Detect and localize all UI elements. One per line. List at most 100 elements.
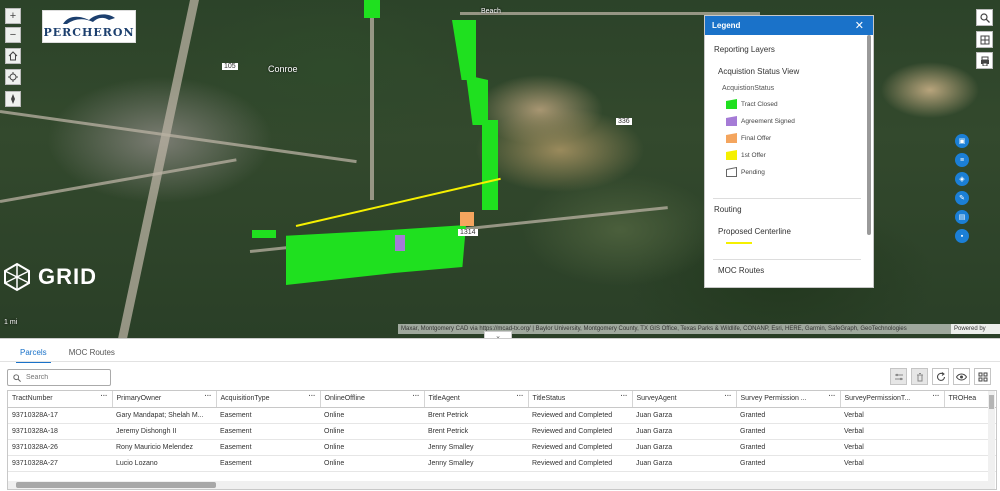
list-icon: ≡ bbox=[959, 156, 965, 164]
parcel-tract-closed[interactable] bbox=[364, 0, 380, 18]
column-header[interactable]: TitleAgent ··· bbox=[424, 391, 529, 408]
trash-icon bbox=[916, 372, 923, 381]
show-hide-columns-button[interactable] bbox=[953, 368, 970, 385]
parcel-tract-closed[interactable] bbox=[252, 230, 276, 238]
column-menu-icon[interactable]: ··· bbox=[621, 393, 628, 400]
table-cell: Easement bbox=[216, 423, 320, 440]
table-cell: Juan Garza bbox=[632, 439, 736, 456]
table-cell: Reviewed and Completed bbox=[528, 439, 632, 456]
table-cell: Online bbox=[320, 407, 424, 424]
table-cell: Granted bbox=[736, 455, 840, 472]
table-cell: Verbal bbox=[840, 423, 944, 440]
side-tool-6[interactable]: ▪ bbox=[955, 229, 969, 243]
table-horizontal-scrollbar[interactable] bbox=[8, 481, 990, 489]
parcel-agreement-signed[interactable] bbox=[395, 235, 405, 251]
column-menu-icon[interactable]: ··· bbox=[517, 393, 524, 400]
table-row[interactable]: 93710328A-26 Rony Mauricio Melendez Easeme… bbox=[8, 439, 996, 456]
table-cell: Juan Garza bbox=[632, 455, 736, 472]
tab-divider bbox=[0, 361, 1000, 362]
side-tool-2[interactable]: ≡ bbox=[955, 153, 969, 167]
column-header[interactable]: Survey Permission ... ··· bbox=[736, 391, 841, 408]
column-header[interactable]: TractNumber ··· bbox=[8, 391, 113, 408]
parcels-table[interactable]: TractNumber ··· PrimaryOwner ··· Acquisiti… bbox=[7, 390, 997, 490]
table-cell: Brent Petrick bbox=[424, 423, 528, 440]
table-cell: Verbal bbox=[840, 455, 944, 472]
side-tool-3[interactable]: ◈ bbox=[955, 172, 969, 186]
parcel-tract-closed[interactable] bbox=[466, 75, 488, 125]
grid-logo-icon bbox=[4, 262, 30, 292]
legend-item-label: 1st Offer bbox=[741, 151, 766, 159]
column-menu-icon[interactable]: ··· bbox=[309, 393, 316, 400]
label-road-1314: 1314 bbox=[458, 229, 478, 236]
grid-logo-text: GRID bbox=[38, 264, 97, 289]
column-menu-icon[interactable]: ··· bbox=[413, 393, 420, 400]
parcel-tract-closed[interactable] bbox=[286, 225, 466, 285]
side-tool-5[interactable]: ▤ bbox=[955, 210, 969, 224]
legend-body[interactable]: Reporting Layers Acquistion Status View … bbox=[705, 35, 873, 288]
table-cell: Easement bbox=[216, 439, 320, 456]
table-cell: 93710328A-27 bbox=[8, 455, 112, 472]
column-header[interactable]: AcquisitionType ··· bbox=[216, 391, 321, 408]
legend-acq-view: Acquistion Status View bbox=[718, 67, 800, 76]
scrollbar-thumb[interactable] bbox=[989, 395, 994, 409]
column-menu-icon[interactable]: ··· bbox=[101, 393, 108, 400]
column-header[interactable]: PrimaryOwner ··· bbox=[112, 391, 217, 408]
table-cell: Online bbox=[320, 423, 424, 440]
home-icon bbox=[8, 51, 18, 61]
camera-icon: ▣ bbox=[958, 138, 966, 145]
centerline-swatch bbox=[726, 242, 752, 244]
powered-by-esri[interactable]: Powered by Esri bbox=[951, 324, 1000, 338]
column-header-label: Survey Permission ... bbox=[740, 395, 807, 403]
legend-scrollbar[interactable] bbox=[867, 35, 871, 235]
parcel-tract-closed[interactable] bbox=[452, 20, 476, 80]
column-header[interactable]: TitleStatus ··· bbox=[528, 391, 633, 408]
table-cell: Brent Petrick bbox=[424, 407, 528, 424]
print-button[interactable] bbox=[976, 52, 993, 69]
filter-button[interactable] bbox=[890, 368, 907, 385]
table-cell: Juan Garza bbox=[632, 423, 736, 440]
delete-button[interactable] bbox=[911, 368, 928, 385]
table-vertical-scrollbar[interactable] bbox=[988, 391, 995, 489]
collapse-panel-button[interactable]: ⌄ bbox=[484, 331, 512, 338]
side-tool-4[interactable]: ✎ bbox=[955, 191, 969, 205]
print-icon: ▤ bbox=[958, 214, 966, 221]
legend-proposed-centerline: Proposed Centerline bbox=[718, 227, 791, 236]
close-icon[interactable]: ✕ bbox=[855, 19, 864, 32]
table-cell: 93710328A-26 bbox=[8, 439, 112, 456]
scrollbar-thumb[interactable] bbox=[16, 482, 216, 488]
column-header[interactable]: SurveyPermissionT... ··· bbox=[840, 391, 945, 408]
map-view[interactable]: Conroe Beach 1314 336 105 1 mi + − PERCH… bbox=[0, 0, 1000, 338]
table-cell: Granted bbox=[736, 423, 840, 440]
zoom-out-button[interactable]: − bbox=[5, 27, 21, 43]
legend-item-final-offer: Final Offer bbox=[726, 133, 771, 143]
column-menu-icon[interactable]: ··· bbox=[829, 393, 836, 400]
table-row[interactable]: 93710328A-27 Lucio Lozano Easement Online Je… bbox=[8, 455, 996, 472]
column-header[interactable]: OnlineOffline ··· bbox=[320, 391, 425, 408]
table-search[interactable] bbox=[7, 369, 111, 386]
search-map-button[interactable] bbox=[976, 9, 993, 26]
logo-text: PERCHERON bbox=[43, 26, 135, 39]
table-row[interactable]: 93710328A-18 Jeremy Dishongh II Easement On… bbox=[8, 423, 996, 440]
home-button[interactable] bbox=[5, 48, 21, 64]
parcel-final-offer[interactable] bbox=[460, 212, 474, 226]
parcel-tract-closed[interactable] bbox=[482, 120, 498, 210]
table-row[interactable]: 93710328A-17 Gary Mandapat; Shelah M... Ea… bbox=[8, 407, 996, 424]
data-table: TractNumber ··· PrimaryOwner ··· Acquisiti… bbox=[8, 391, 996, 472]
refresh-button[interactable] bbox=[932, 368, 949, 385]
column-menu-icon[interactable]: ··· bbox=[205, 393, 212, 400]
column-menu-icon[interactable]: ··· bbox=[933, 393, 940, 400]
column-menu-icon[interactable]: ··· bbox=[725, 393, 732, 400]
zoom-in-button[interactable]: + bbox=[5, 8, 21, 24]
more-options-button[interactable] bbox=[974, 368, 991, 385]
legend-item-first-offer: 1st Offer bbox=[726, 150, 766, 160]
column-header[interactable]: SurveyAgent ··· bbox=[632, 391, 737, 408]
compass-button[interactable] bbox=[5, 91, 21, 107]
layer-list-button[interactable] bbox=[976, 31, 993, 48]
table-cell: Granted bbox=[736, 407, 840, 424]
locate-button[interactable] bbox=[5, 69, 21, 85]
side-tool-1[interactable]: ▣ bbox=[955, 134, 969, 148]
column-header-label: TROHea bbox=[948, 395, 977, 403]
table-cell: Verbal bbox=[840, 439, 944, 456]
search-input[interactable] bbox=[26, 374, 106, 381]
legend-header: Legend ✕ bbox=[705, 16, 873, 35]
